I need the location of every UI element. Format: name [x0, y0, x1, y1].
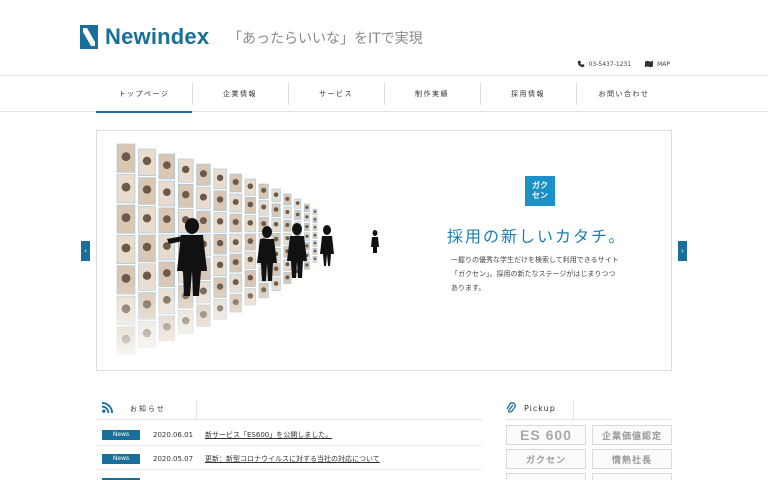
news-link[interactable]: 更新：新型コロナウイルスに対する当社の対応について: [205, 454, 380, 464]
banner-kigyou-kachi[interactable]: 企業価値認定: [592, 425, 672, 445]
site-logo[interactable]: Newindex: [80, 24, 209, 50]
logo-text: Newindex: [105, 24, 210, 49]
news-tag: News: [102, 429, 140, 440]
news-item[interactable]: News 2020.05.07 更新：新型コロナウイルスに対する当社の対応につい…: [96, 448, 482, 470]
news-link[interactable]: 新サービス「ES600」を公開しました。: [205, 430, 332, 440]
badge-line-2: セン: [532, 191, 548, 200]
chevron-left-icon: ‹: [84, 247, 87, 255]
gakusen-badge: ガク セン: [525, 176, 555, 206]
nav-company[interactable]: 企業情報: [192, 76, 288, 112]
nav-contact[interactable]: お問い合わせ: [576, 76, 672, 112]
news-item[interactable]: News 2020.06.01 新サービス「ES600」を公開しました。: [96, 424, 482, 446]
paperclip-icon: [506, 402, 516, 413]
phone-link[interactable]: 03-5437-1231: [577, 60, 632, 68]
nav-recruit[interactable]: 採用情報: [480, 76, 576, 112]
news-date: 2020.06.01: [153, 430, 194, 439]
news-item[interactable]: [96, 472, 482, 480]
nav-service[interactable]: サービス: [288, 76, 384, 112]
hero-slider[interactable]: ガク セン 採用の新しいカタチ。 一握りの優秀な学生だけを検索して利用できるサイ…: [96, 130, 672, 371]
map-label: MAP: [657, 60, 670, 68]
map-link[interactable]: MAP: [645, 60, 670, 68]
pickup-title: Pickup: [524, 404, 556, 413]
slide-photo-wall: [97, 143, 427, 370]
site-header: Newindex 「あったらいいな」をITで実現 03-5437-1231 MA…: [0, 0, 768, 76]
banner-gakusen[interactable]: ガクセン: [506, 449, 586, 469]
banner-es600[interactable]: ES 600: [506, 425, 586, 445]
badge-line-1: ガク: [532, 181, 548, 190]
slider-prev-button[interactable]: ‹: [81, 241, 90, 261]
slide-description: 一握りの優秀な学生だけを検索して利用できるサイト 「ガクセン」。採用の新たなステ…: [451, 253, 651, 295]
slide-headline: 採用の新しいカタチ。: [447, 227, 627, 246]
nav-top[interactable]: トップページ: [96, 76, 192, 113]
news-tag: News: [102, 453, 140, 464]
slider-next-button[interactable]: ›: [678, 241, 687, 261]
phone-icon: [577, 60, 584, 68]
banner-pickup-5[interactable]: [506, 473, 586, 480]
logo-mark-icon: [80, 25, 98, 49]
pickup-banners: ES 600 企業価値認定 ガクセン 情熱社長: [506, 425, 672, 480]
news-header: お知らせ: [96, 400, 482, 420]
rss-icon: [102, 402, 113, 413]
chevron-right-icon: ›: [681, 247, 684, 255]
phone-number: 03-5437-1231: [588, 60, 632, 68]
utility-links: 03-5437-1231 MAP: [577, 60, 670, 68]
slide-text-line: あります。: [451, 284, 486, 292]
banner-jounetsu-shachou[interactable]: 情熱社長: [592, 449, 672, 469]
tagline: 「あったらいいな」をITで実現: [228, 31, 423, 47]
slide-text-line: 「ガクセン」。採用の新たなステージがはじまりつつ: [451, 270, 616, 278]
news-date: 2020.05.07: [153, 454, 194, 463]
news-title: お知らせ: [130, 405, 166, 413]
slide-text-line: 一握りの優秀な学生だけを検索して利用できるサイト: [451, 256, 619, 264]
global-nav: トップページ 企業情報 サービス 制作実績 採用情報 お問い合わせ: [0, 76, 768, 113]
pickup-header: Pickup: [506, 400, 671, 420]
banner-pickup-6[interactable]: [592, 473, 672, 480]
map-icon: [645, 60, 654, 68]
nav-works[interactable]: 制作実績: [384, 76, 480, 112]
